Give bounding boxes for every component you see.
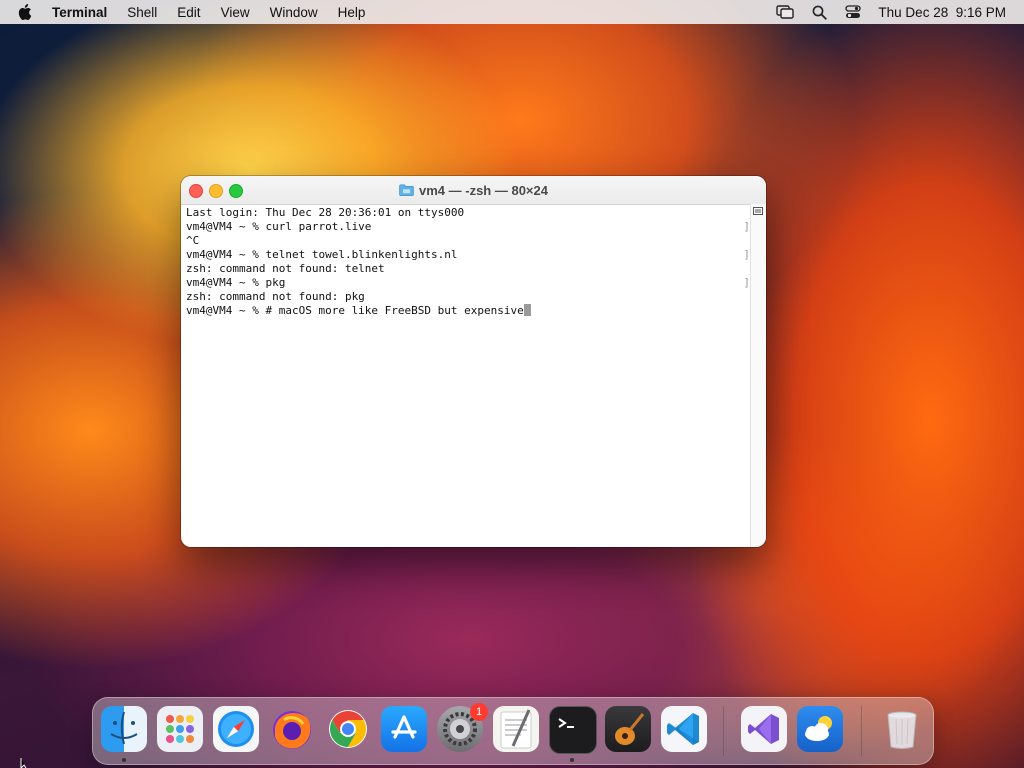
dock-terminal-icon[interactable] [549,706,597,754]
running-indicator [570,758,574,762]
dock-garageband-icon[interactable] [605,706,651,752]
dock-visual-studio-icon[interactable] [741,706,787,752]
terminal-window[interactable]: vm4 — -zsh — 80×24 Last login: Thu Dec 2… [181,176,766,547]
control-center-icon[interactable] [844,4,862,20]
dock-finder-icon[interactable] [101,706,147,752]
window-titlebar[interactable]: vm4 — -zsh — 80×24 [181,176,766,205]
dock-launchpad-icon[interactable] [157,706,203,752]
dock-separator [723,706,724,756]
mouse-pointer-icon [20,758,27,768]
dock-separator [861,706,862,756]
dock-safari-icon[interactable] [213,706,259,752]
dock: 1 [92,697,934,765]
menu-help[interactable]: Help [338,5,366,20]
running-indicator [122,758,126,762]
terminal-line: ^C [186,234,200,247]
terminal-line: Last login: Thu Dec 28 20:36:01 on ttys0… [186,206,465,219]
screen-mirroring-icon[interactable] [776,4,795,20]
folder-icon [399,184,414,196]
spotlight-search-icon[interactable] [810,4,828,20]
text-cursor [523,304,531,316]
menu-clock[interactable]: Thu Dec 28 9:16 PM [878,5,1006,20]
notification-badge: 1 [470,703,488,721]
line-mark-icon: ] [743,220,750,233]
terminal-line: vm4@VM4 ~ % telnet towel.blinkenlights.n… [186,248,458,261]
menu-bar: Terminal Shell Edit View Window Help Thu… [0,0,1024,24]
marks-outline-icon[interactable] [753,207,763,215]
terminal-line: vm4@VM4 ~ % curl parrot.live [186,220,372,233]
terminal-line: zsh: command not found: telnet [186,262,385,275]
terminal-prompt-line[interactable]: vm4@VM4 ~ % # macOS more like FreeBSD bu… [186,304,746,318]
apple-menu-icon[interactable] [18,4,34,20]
terminal-line: vm4@VM4 ~ % pkg [186,276,286,289]
menu-app-name[interactable]: Terminal [52,5,107,20]
dock-trash-icon[interactable] [879,706,925,752]
menu-window[interactable]: Window [270,5,318,20]
dock-vscode-icon[interactable] [661,706,707,752]
terminal-line: zsh: command not found: pkg [186,290,365,303]
menu-view[interactable]: View [221,5,250,20]
menu-edit[interactable]: Edit [177,5,200,20]
window-title: vm4 — -zsh — 80×24 [419,182,548,198]
dock-textedit-icon[interactable] [493,706,539,752]
terminal-output[interactable]: Last login: Thu Dec 28 20:36:01 on ttys0… [186,206,746,541]
dock-chrome-icon[interactable] [325,706,371,752]
terminal-input-text: vm4@VM4 ~ % # macOS more like FreeBSD bu… [186,304,524,317]
dock-app-store-icon[interactable] [381,706,427,752]
scrollbar-gutter[interactable] [750,204,766,547]
dock-system-settings-icon[interactable]: 1 [437,703,488,752]
menu-shell[interactable]: Shell [127,5,157,20]
dock-weather-icon[interactable] [797,706,843,752]
line-mark-icon: ] [743,276,750,289]
dock-firefox-icon[interactable] [269,706,315,752]
line-mark-icon: ] [743,248,750,261]
